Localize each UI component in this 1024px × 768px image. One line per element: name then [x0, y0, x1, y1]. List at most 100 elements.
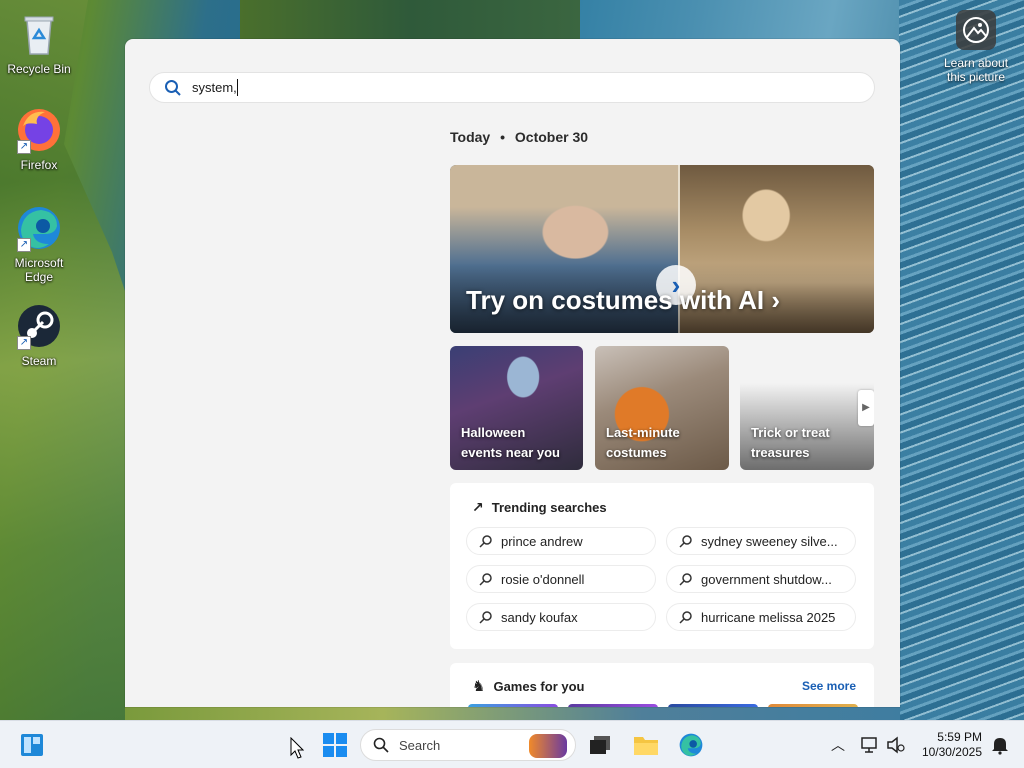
desktop-icon-edge[interactable]: ↗ Microsoft Edge [1, 204, 77, 284]
wallpaper-cliff-top [240, 0, 580, 40]
game-thumbnail[interactable] [668, 704, 758, 707]
search-icon [679, 573, 692, 586]
chevron-right-icon: › [771, 285, 780, 315]
card-halloween-events[interactable]: Halloween events near you [450, 346, 583, 470]
desktop-icon-recycle-bin[interactable]: Recycle Bin [1, 10, 77, 76]
edge-icon [679, 733, 703, 757]
windows-logo-icon [323, 733, 347, 757]
search-panel: system, Today • October 30 › Try on cost… [125, 39, 900, 707]
learn-about-picture[interactable]: Learn about this picture [936, 10, 1016, 84]
trending-item[interactable]: prince andrew [466, 527, 656, 555]
steam-icon: ↗ [15, 302, 63, 350]
clock-date: 10/30/2025 [921, 745, 982, 759]
card-last-minute-costumes[interactable]: Last-minute costumes [595, 346, 729, 470]
clock[interactable]: 5:59 PM 10/30/2025 [912, 730, 982, 760]
hero-title: Try on costumes with AI › [466, 285, 780, 316]
learn-about-picture-label: Learn about this picture [943, 56, 1009, 84]
notifications-button[interactable] [984, 729, 1016, 761]
today-label: Today [450, 129, 491, 145]
taskbar: Search ︿ 5:59 PM 10/30/2025 [0, 720, 1024, 768]
trending-item[interactable]: hurricane melissa 2025 [666, 603, 856, 631]
search-input[interactable]: system, [192, 80, 237, 95]
file-explorer-button[interactable] [630, 729, 662, 761]
widgets-button[interactable] [16, 729, 48, 761]
see-more-link[interactable]: See more [802, 679, 856, 693]
desktop-icon-label: Steam [21, 354, 57, 368]
trending-item-label: government shutdow... [701, 571, 832, 587]
game-thumbnail[interactable] [468, 704, 558, 707]
today-heading: Today • October 30 [450, 129, 588, 145]
search-icon [679, 611, 692, 624]
card-label-line1: Trick or treat [751, 425, 830, 440]
wallpaper-strip [125, 706, 900, 720]
widgets-icon [21, 734, 43, 756]
task-view-button[interactable] [584, 729, 616, 761]
search-icon [479, 535, 492, 548]
volume-muted-icon [887, 736, 905, 754]
trending-item[interactable]: sydney sweeney silve... [666, 527, 856, 555]
search-icon [165, 79, 181, 96]
card-label-line2: events near you [461, 445, 560, 460]
folder-icon [634, 737, 658, 755]
halloween-search-highlight-icon [529, 734, 567, 758]
taskbar-search-placeholder: Search [399, 737, 441, 753]
games-section: ♞ Games for you See more [450, 663, 874, 707]
text-caret [236, 79, 238, 96]
trending-item-label: rosie o'donnell [501, 571, 585, 587]
chevron-up-icon: ︿ [831, 737, 845, 753]
search-icon [373, 737, 389, 753]
search-icon [479, 611, 492, 624]
show-hidden-icons-button[interactable]: ︿ [822, 729, 854, 761]
today-date: October 30 [514, 129, 589, 145]
card-label-line2: treasures [751, 445, 810, 460]
desktop-icon-label: Microsoft Edge [14, 256, 64, 284]
desktop-icon-firefox[interactable]: ↗ Firefox [1, 106, 77, 172]
hero-card[interactable]: › Try on costumes with AI › [450, 165, 874, 333]
desktop-icon-label: Recycle Bin [7, 62, 71, 76]
edge-icon: ↗ [15, 204, 63, 252]
game-thumbnail[interactable] [568, 704, 658, 707]
game-thumbnails [468, 704, 858, 707]
trending-item[interactable]: government shutdow... [666, 565, 856, 593]
trending-item-label: hurricane melissa 2025 [701, 609, 836, 625]
trending-item-label: prince andrew [501, 533, 583, 549]
notification-bell-icon [992, 738, 1008, 755]
trending-item[interactable]: rosie o'donnell [466, 565, 656, 593]
start-button[interactable] [319, 729, 351, 761]
trending-item-label: sandy koufax [501, 609, 578, 625]
desktop-icon-steam[interactable]: ↗ Steam [1, 302, 77, 368]
game-thumbnail[interactable] [768, 704, 858, 707]
wallpaper-sea [899, 0, 1024, 720]
search-icon [479, 573, 492, 586]
scroll-right-icon[interactable]: ▶ [858, 390, 874, 426]
trending-icon: ↗ [472, 499, 484, 515]
mouse-cursor-icon [290, 737, 304, 759]
trending-item-label: sydney sweeney silve... [701, 533, 838, 549]
chess-knight-icon: ♞ [472, 678, 486, 695]
trending-searches-section: ↗ Trending searches prince andrew sydney… [450, 483, 874, 649]
card-trick-or-treat[interactable]: Trick or treat treasures ▶ [740, 346, 874, 470]
trending-item[interactable]: sandy koufax [466, 603, 656, 631]
hero-title-text: Try on costumes with AI [466, 285, 765, 315]
task-view-icon [590, 736, 610, 754]
shortcut-arrow-icon: ↗ [17, 140, 31, 154]
shortcut-arrow-icon: ↗ [17, 336, 31, 350]
card-label-line1: Halloween [461, 425, 526, 440]
topic-cards: Halloween events near you Last-minute co… [450, 346, 874, 470]
search-box[interactable]: system, [149, 72, 875, 103]
network-icon [861, 737, 877, 753]
edge-taskbar-button[interactable] [675, 729, 707, 761]
trending-title: Trending searches [491, 500, 607, 515]
volume-button[interactable] [880, 729, 912, 761]
shortcut-arrow-icon: ↗ [17, 238, 31, 252]
card-label-line1: Last-minute [606, 425, 680, 440]
taskbar-search[interactable]: Search [360, 729, 576, 761]
camera-icon [956, 10, 996, 50]
search-icon [679, 535, 692, 548]
games-title: Games for you [493, 678, 585, 694]
desktop-icon-label: Firefox [20, 158, 58, 172]
firefox-icon: ↗ [15, 106, 63, 154]
recycle-bin-icon [15, 10, 63, 58]
bullet-separator: • [500, 129, 505, 145]
card-label-line2: costumes [606, 445, 667, 460]
